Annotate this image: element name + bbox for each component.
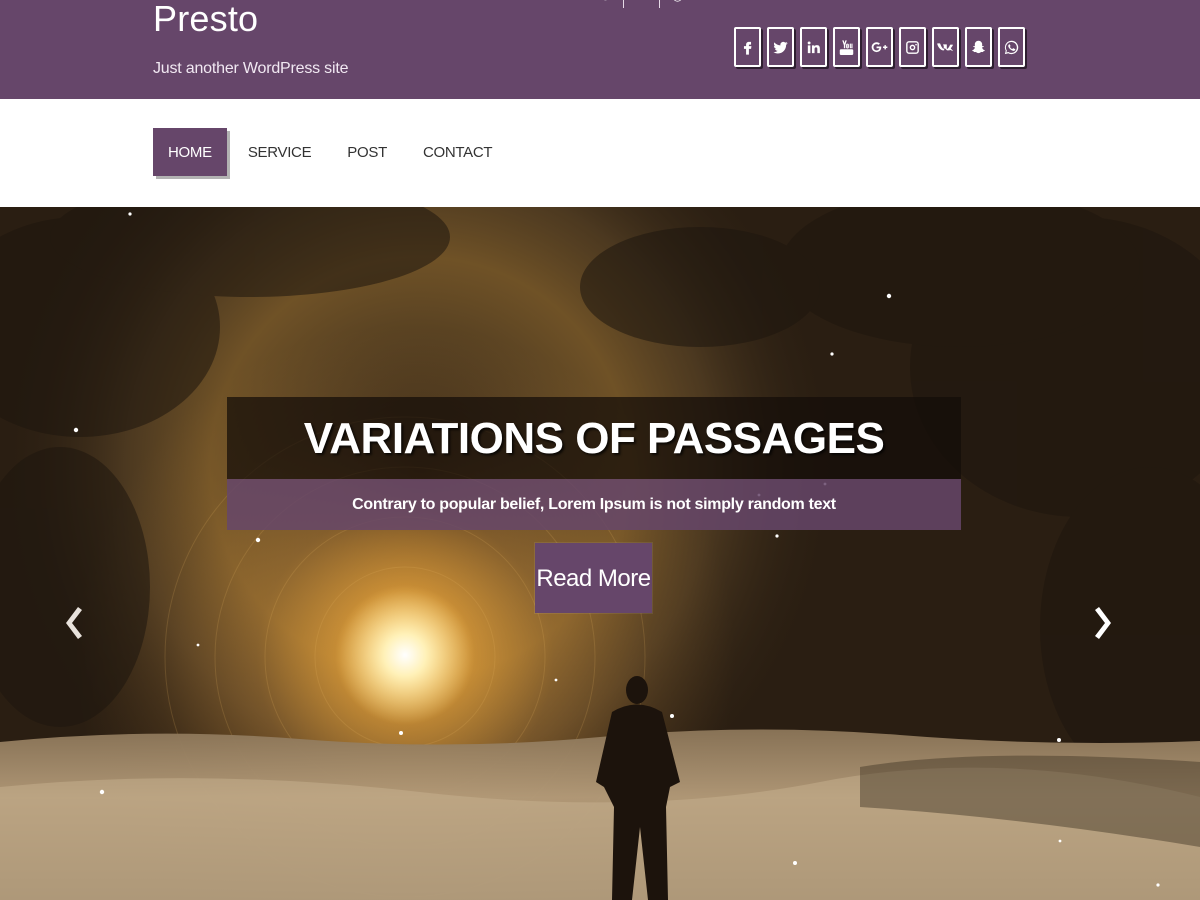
slider-next-button[interactable] <box>1092 603 1116 643</box>
hero-slider: VARIATIONS OF PASSAGES Contrary to popul… <box>0 207 1200 900</box>
site-tagline: Just another WordPress site <box>153 60 349 77</box>
read-more-button[interactable]: Read More <box>535 543 652 613</box>
site-title[interactable]: Presto <box>153 0 258 42</box>
google-plus-icon[interactable] <box>866 27 893 67</box>
nav-item-post[interactable]: POST <box>332 128 402 176</box>
slide-subtitle: Contrary to popular belief, Lorem Ipsum … <box>227 479 961 530</box>
social-links <box>734 27 1025 67</box>
main-navigation: HOME SERVICE POST CONTACT <box>0 99 1200 207</box>
slide-caption: VARIATIONS OF PASSAGES Contrary to popul… <box>227 397 961 530</box>
contact-strip: ✆ ✉ ◷ <box>600 0 683 8</box>
nav-item-contact[interactable]: CONTACT <box>408 128 507 176</box>
slider-prev-button[interactable] <box>61 603 85 643</box>
site-header: Presto Just another WordPress site ✆ ✉ ◷ <box>0 0 1200 99</box>
divider <box>658 0 660 8</box>
nav-item-home[interactable]: HOME <box>153 128 227 176</box>
email-icon: ✉ <box>636 0 647 4</box>
facebook-icon[interactable] <box>734 27 761 67</box>
whatsapp-icon[interactable] <box>998 27 1025 67</box>
chevron-left-icon <box>66 607 82 639</box>
snapchat-icon[interactable] <box>965 27 992 67</box>
slide-title: VARIATIONS OF PASSAGES <box>227 397 961 479</box>
phone-icon: ✆ <box>600 0 611 4</box>
nav-menu: HOME SERVICE POST CONTACT <box>153 128 513 176</box>
linkedin-icon[interactable] <box>800 27 827 67</box>
vk-icon[interactable] <box>932 27 959 67</box>
clock-icon: ◷ <box>672 0 683 4</box>
nav-item-service[interactable]: SERVICE <box>233 128 326 176</box>
instagram-icon[interactable] <box>899 27 926 67</box>
twitter-icon[interactable] <box>767 27 794 67</box>
chevron-right-icon <box>1095 607 1111 639</box>
divider <box>622 0 624 8</box>
youtube-icon[interactable] <box>833 27 860 67</box>
